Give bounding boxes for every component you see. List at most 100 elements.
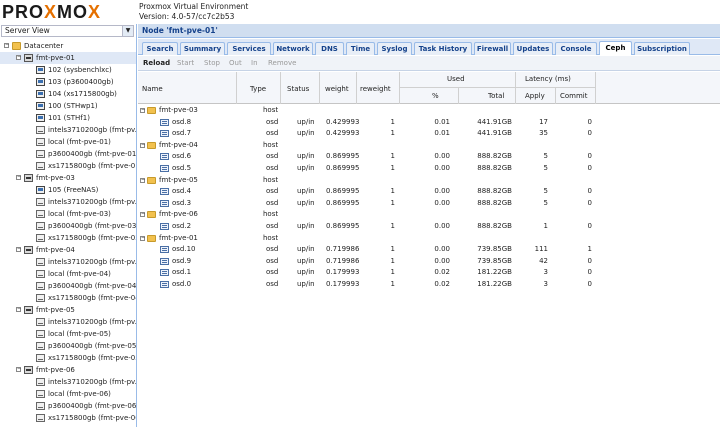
osd-row[interactable]: osd.4 osd up/in 0.869995 1 0.00 888.82GB 5 0: [138, 186, 720, 198]
tree-item[interactable]: p3600400gb (fmt-pve-03): [0, 220, 136, 232]
row-used-pct: 0.00: [434, 245, 450, 254]
row-status: up/in: [297, 221, 315, 230]
tree-item[interactable]: − fmt-pve-03: [0, 172, 136, 184]
collapse-icon[interactable]: −: [16, 247, 21, 252]
tab-syslog[interactable]: Syslog: [377, 42, 412, 55]
tree-item[interactable]: intels3710200gb (fmt-pv...: [0, 376, 136, 388]
tab-summary[interactable]: Summary: [180, 42, 225, 55]
tree-item[interactable]: local (fmt-pve-03): [0, 208, 136, 220]
tab-updates[interactable]: Updates: [513, 42, 553, 55]
tree-item[interactable]: − Datacenter: [0, 40, 136, 52]
osd-row[interactable]: osd.7 osd up/in 0.429993 1 0.01 441.91GB 35 0: [138, 128, 720, 140]
row-commit: 0: [587, 256, 592, 265]
col-name[interactable]: Name: [142, 85, 163, 93]
collapse-icon[interactable]: −: [140, 235, 145, 241]
tab-services[interactable]: Services: [227, 42, 271, 55]
storage-icon: [36, 210, 45, 218]
chevron-down-icon[interactable]: ▼: [122, 26, 133, 36]
tree-item[interactable]: intels3710200gb (fmt-pv...: [0, 316, 136, 328]
col-type[interactable]: Type: [250, 85, 266, 93]
tree-item[interactable]: local (fmt-pve-04): [0, 268, 136, 280]
row-used-total: 181.22GB: [477, 279, 512, 288]
tree-item[interactable]: p3600400gb (fmt-pve-06): [0, 400, 136, 412]
tree-item[interactable]: − fmt-pve-01: [0, 52, 136, 64]
tree-item[interactable]: 102 (sysbenchlxc): [0, 64, 136, 76]
collapse-icon[interactable]: −: [16, 175, 21, 180]
collapse-icon[interactable]: −: [140, 142, 145, 148]
tree-item[interactable]: xs1715800gb (fmt-pve-04): [0, 292, 136, 304]
tab-time[interactable]: Time: [346, 42, 375, 55]
tree-item[interactable]: − fmt-pve-05: [0, 304, 136, 316]
collapse-icon[interactable]: −: [4, 43, 9, 48]
stop-button[interactable]: Stop: [204, 59, 220, 67]
in-button[interactable]: In: [251, 59, 258, 67]
tab-subscription[interactable]: Subscription: [634, 42, 690, 55]
tree-item[interactable]: xs1715800gb (fmt-pve-03): [0, 232, 136, 244]
col-apply[interactable]: Apply: [525, 92, 545, 100]
osd-row[interactable]: osd.8 osd up/in 0.429993 1 0.01 441.91GB 17 0: [138, 117, 720, 129]
start-button[interactable]: Start: [177, 59, 194, 67]
tree-item[interactable]: 104 (xs1715800gb): [0, 88, 136, 100]
osd-row[interactable]: osd.10 osd up/in 0.719986 1 0.00 739.85GB 111 1: [138, 244, 720, 256]
col-status[interactable]: Status: [287, 85, 309, 93]
collapse-icon[interactable]: −: [140, 108, 145, 113]
osd-row[interactable]: osd.0 osd up/in 0.179993 1 0.02 181.22GB 3 0: [138, 279, 720, 291]
collapse-icon[interactable]: −: [16, 55, 21, 60]
tree-item[interactable]: 100 (STHwp1): [0, 100, 136, 112]
view-select[interactable]: Server View ▼: [1, 25, 134, 37]
col-weight[interactable]: weight: [325, 85, 349, 93]
tree-item[interactable]: p3600400gb (fmt-pve-01): [0, 148, 136, 160]
tab-ceph[interactable]: Ceph: [599, 41, 632, 55]
tree-item-label: intels3710200gb (fmt-pv...: [48, 198, 137, 206]
osd-row[interactable]: osd.3 osd up/in 0.869995 1 0.00 888.82GB 5 0: [138, 198, 720, 210]
collapse-icon[interactable]: −: [16, 307, 21, 312]
tree-item[interactable]: intels3710200gb (fmt-pv...: [0, 256, 136, 268]
collapse-icon[interactable]: −: [140, 177, 145, 183]
tab-search[interactable]: Search: [142, 42, 178, 55]
tab-firewall[interactable]: Firewall: [474, 42, 511, 55]
tree-item[interactable]: 103 (p3600400gb): [0, 76, 136, 88]
tree-item[interactable]: xs1715800gb (fmt-pve-06): [0, 412, 136, 424]
reload-button[interactable]: Reload: [143, 59, 170, 67]
row-used-total: 441.91GB: [477, 117, 512, 126]
col-reweight[interactable]: reweight: [360, 85, 391, 93]
tab-console[interactable]: Console: [555, 42, 597, 55]
tree-item[interactable]: p3600400gb (fmt-pve-04): [0, 280, 136, 292]
tab-dns[interactable]: DNS: [315, 42, 344, 55]
osd-row[interactable]: osd.6 osd up/in 0.869995 1 0.00 888.82GB 5 0: [138, 151, 720, 163]
tree-item[interactable]: intels3710200gb (fmt-pv...: [0, 196, 136, 208]
row-used-pct: 0.00: [434, 221, 450, 230]
host-row[interactable]: − fmt-pve-04 host: [138, 140, 720, 152]
collapse-icon[interactable]: −: [16, 367, 21, 372]
row-apply: 17: [539, 117, 548, 126]
col-commit[interactable]: Commit: [560, 92, 588, 100]
tree-item[interactable]: intels3710200gb (fmt-pv...: [0, 124, 136, 136]
osd-row[interactable]: osd.1 osd up/in 0.179993 1 0.02 181.22GB 3 0: [138, 267, 720, 279]
osd-row[interactable]: osd.2 osd up/in 0.869995 1 0.00 888.82GB 1 0: [138, 221, 720, 233]
tree-item[interactable]: local (fmt-pve-05): [0, 328, 136, 340]
tree-item[interactable]: − fmt-pve-06: [0, 364, 136, 376]
row-used-total: 441.91GB: [477, 129, 512, 138]
col-used-pct[interactable]: %: [432, 92, 439, 100]
col-used-total[interactable]: Total: [488, 92, 504, 100]
tree-item[interactable]: xs1715800gb (fmt-pve-05): [0, 352, 136, 364]
tree-item[interactable]: 105 (FreeNAS): [0, 184, 136, 196]
tree-item[interactable]: p3600400gb (fmt-pve-05): [0, 340, 136, 352]
remove-button[interactable]: Remove: [268, 59, 296, 67]
host-row[interactable]: − fmt-pve-01 host: [138, 233, 720, 245]
collapse-icon[interactable]: −: [140, 212, 145, 218]
tree-item[interactable]: 101 (STHf1): [0, 112, 136, 124]
tree-item[interactable]: xs1715800gb (fmt-pve-01): [0, 160, 136, 172]
host-row[interactable]: − fmt-pve-06 host: [138, 209, 720, 221]
row-commit: 0: [587, 187, 592, 196]
tree-item[interactable]: − fmt-pve-04: [0, 244, 136, 256]
osd-row[interactable]: osd.9 osd up/in 0.719986 1 0.00 739.85GB 42 0: [138, 256, 720, 268]
tab-network[interactable]: Network: [273, 42, 313, 55]
tree-item[interactable]: local (fmt-pve-01): [0, 136, 136, 148]
out-button[interactable]: Out: [229, 59, 242, 67]
host-row[interactable]: − fmt-pve-05 host: [138, 175, 720, 187]
osd-row[interactable]: osd.5 osd up/in 0.869995 1 0.00 888.82GB 5 0: [138, 163, 720, 175]
tab-task-history[interactable]: Task History: [414, 42, 472, 55]
host-row[interactable]: − fmt-pve-03 host: [138, 105, 720, 117]
tree-item[interactable]: local (fmt-pve-06): [0, 388, 136, 400]
